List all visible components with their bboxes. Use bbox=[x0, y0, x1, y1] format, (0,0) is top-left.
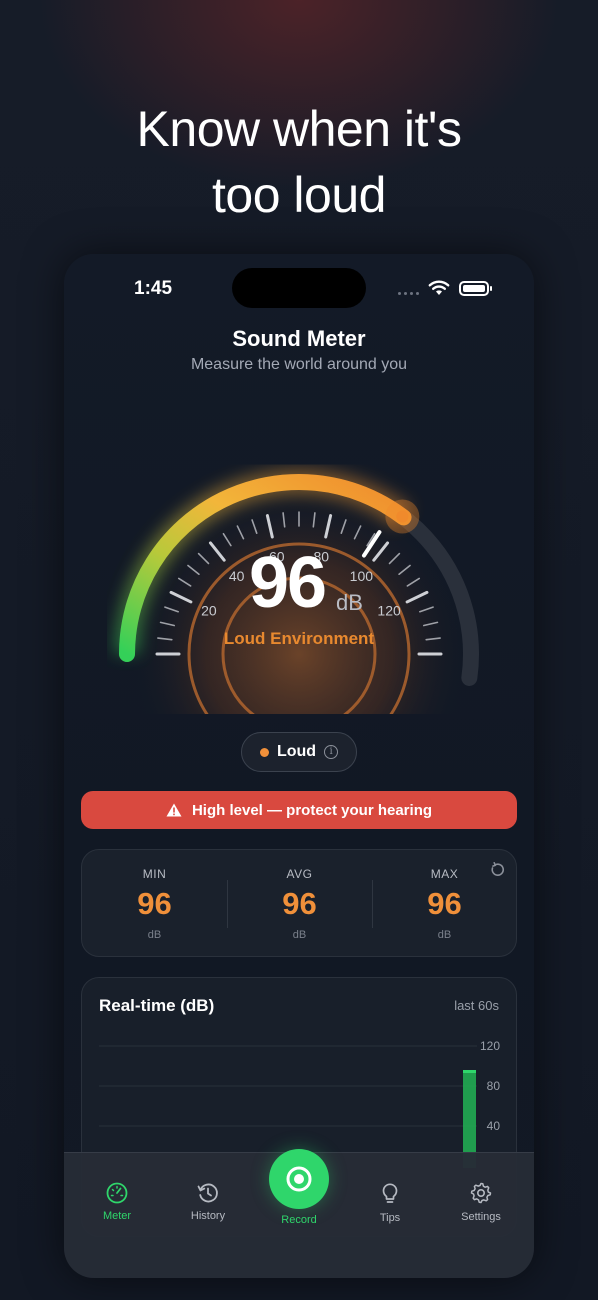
tab-tips[interactable]: Tips bbox=[343, 1153, 437, 1243]
stat-min-value: 96 bbox=[137, 886, 172, 921]
gear-icon bbox=[470, 1182, 492, 1204]
stat-min-unit: dB bbox=[147, 929, 162, 941]
chart-range: last 60s bbox=[454, 998, 499, 1013]
stat-max-unit: dB bbox=[437, 929, 452, 941]
stat-avg-label: AVG bbox=[286, 867, 313, 881]
phone-frame: 1:45 Sound Meter Measure the world aroun… bbox=[64, 254, 534, 1278]
marketing-headline: Know when it's too loud bbox=[0, 96, 598, 228]
tab-history[interactable]: History bbox=[161, 1153, 255, 1243]
gauge-knob bbox=[396, 510, 409, 523]
app-subtitle: Measure the world around you bbox=[190, 356, 408, 373]
chart-y-tick-label: 80 bbox=[487, 1079, 501, 1093]
level-pill[interactable]: Loud i bbox=[241, 732, 357, 772]
stat-max-value: 96 bbox=[427, 886, 462, 921]
wifi-icon bbox=[428, 280, 450, 295]
app-title: Sound Meter bbox=[232, 326, 366, 351]
chart-y-tick-label: 120 bbox=[480, 1039, 500, 1053]
dynamic-island bbox=[232, 268, 366, 308]
stat-avg-value: 96 bbox=[282, 886, 317, 921]
record-button[interactable] bbox=[269, 1149, 329, 1209]
stat-min-label: MIN bbox=[142, 867, 167, 881]
warning-icon bbox=[166, 803, 182, 817]
status-time: 1:45 bbox=[134, 278, 173, 299]
record-label: Record bbox=[281, 1214, 317, 1226]
tab-history-label: History bbox=[190, 1210, 226, 1222]
chart-title: Real-time (dB) bbox=[99, 996, 215, 1015]
tab-settings-label: Settings bbox=[461, 1211, 501, 1223]
level-label: Loud bbox=[276, 743, 317, 760]
level-dot bbox=[259, 747, 269, 757]
tab-meter[interactable]: Meter bbox=[70, 1153, 164, 1243]
history-icon bbox=[197, 1183, 218, 1203]
headline-text: Know when it's too loud bbox=[136, 101, 462, 223]
high-level-alert: High level — protect your hearing bbox=[81, 791, 517, 829]
decibel-number: 96 bbox=[248, 543, 327, 623]
chart-bar-cap bbox=[463, 1070, 476, 1073]
stat-min: MIN 96 dB bbox=[82, 850, 227, 958]
stats-card: MIN 96 dB AVG 96 dB MAX 96 dB bbox=[81, 849, 517, 957]
decibel-value: 96 bbox=[64, 542, 534, 624]
tab-tips-label: Tips bbox=[379, 1212, 401, 1224]
realtime-chart: 120 80 40 bbox=[99, 1039, 501, 1168]
stat-avg: AVG 96 dB bbox=[227, 850, 372, 958]
battery-icon bbox=[459, 281, 492, 296]
gauge-icon bbox=[106, 1182, 128, 1204]
record-icon bbox=[286, 1166, 312, 1192]
stat-avg-unit: dB bbox=[292, 929, 307, 941]
tab-bar: Meter History Record Tips Settings bbox=[64, 1149, 534, 1278]
reset-icon[interactable] bbox=[489, 862, 505, 878]
lightbulb-icon bbox=[382, 1183, 398, 1203]
info-icon[interactable]: i bbox=[324, 745, 339, 759]
decibel-unit: dB bbox=[336, 590, 363, 615]
cellular-signal-icon bbox=[398, 292, 419, 295]
chart-y-tick-label: 40 bbox=[487, 1119, 501, 1133]
tab-settings[interactable]: Settings bbox=[434, 1153, 528, 1243]
environment-label: Loud Environment bbox=[223, 629, 375, 648]
alert-text: High level — protect your hearing bbox=[191, 801, 433, 819]
tab-meter-label: Meter bbox=[102, 1210, 132, 1222]
